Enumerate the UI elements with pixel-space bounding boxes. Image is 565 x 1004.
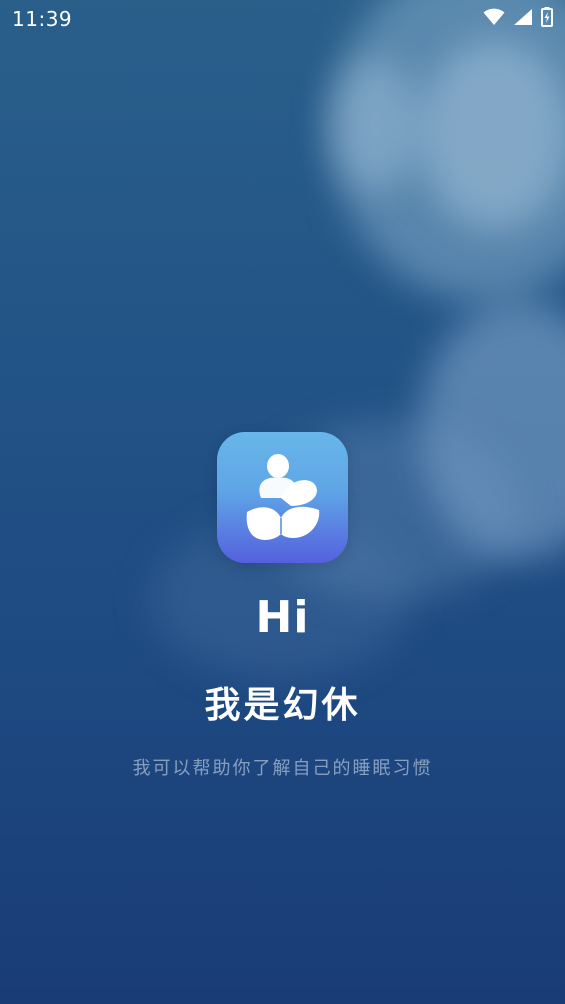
person-reading-book-icon bbox=[246, 454, 320, 540]
intro-title: 我是幻休 bbox=[204, 685, 361, 726]
app-description: 我可以帮助你了解自己的睡眠习惯 bbox=[132, 758, 433, 779]
greeting-text: Hi bbox=[255, 592, 310, 643]
status-icons bbox=[483, 7, 553, 31]
signal-icon bbox=[513, 8, 533, 30]
status-bar: 11:39 bbox=[0, 0, 565, 38]
status-time: 11:39 bbox=[12, 7, 73, 31]
app-logo bbox=[217, 432, 348, 563]
battery-charging-icon bbox=[541, 7, 553, 31]
wifi-icon bbox=[483, 8, 505, 30]
